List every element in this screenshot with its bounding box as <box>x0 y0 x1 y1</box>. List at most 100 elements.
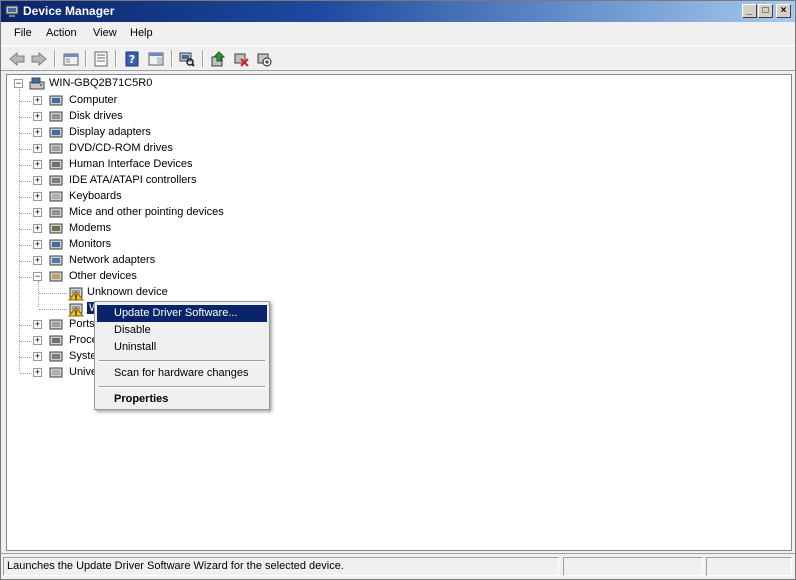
network-adapters-icon <box>49 255 63 266</box>
menu-update-driver[interactable]: Update Driver Software... <box>97 305 267 322</box>
up-folder-icon <box>63 53 79 65</box>
tree-category-display-adapters[interactable]: + Display adapters <box>7 125 307 141</box>
tree-category-keyboards[interactable]: + Keyboards <box>7 189 307 205</box>
expand-toggle[interactable]: − <box>33 272 42 281</box>
tree-branch-line <box>20 229 34 230</box>
expand-toggle[interactable]: + <box>33 208 42 217</box>
menu-file[interactable]: File <box>14 27 32 39</box>
warning-device-icon: ! <box>68 287 84 302</box>
svg-text:?: ? <box>129 53 135 66</box>
root-collapse-toggle[interactable]: − <box>14 79 23 88</box>
expand-toggle[interactable]: + <box>33 240 42 249</box>
toolbar-separator <box>202 50 204 67</box>
help-button[interactable]: ? <box>122 49 142 68</box>
tree-branch-line <box>39 293 67 294</box>
properties-icon <box>94 51 108 66</box>
expand-toggle[interactable]: + <box>33 320 42 329</box>
context-menu: Update Driver Software... Disable Uninst… <box>94 301 270 410</box>
menu-properties[interactable]: Properties <box>97 391 267 408</box>
forward-button[interactable] <box>29 49 49 68</box>
tree-category-label: Disk drives <box>69 110 123 122</box>
expand-toggle[interactable]: + <box>33 336 42 345</box>
tree-category-label: Keyboards <box>69 190 122 202</box>
svg-text:!: ! <box>74 294 77 302</box>
disable-icon <box>257 53 272 66</box>
tree-category-label: Human Interface Devices <box>69 158 193 170</box>
menu-help[interactable]: Help <box>130 27 153 39</box>
expand-toggle[interactable]: + <box>33 352 42 361</box>
toolbar: ? <box>1 45 795 71</box>
tree-category-computer[interactable]: + Computer <box>7 93 307 109</box>
expand-toggle[interactable]: + <box>33 224 42 233</box>
tree-branch-line <box>20 325 34 326</box>
action-pane-button[interactable] <box>146 49 166 68</box>
title-bar[interactable]: Device Manager _ □ × <box>1 1 795 22</box>
tree-category-modems[interactable]: + Modems <box>7 221 307 237</box>
tree-category-monitors[interactable]: + Monitors <box>7 237 307 253</box>
menu-scan-hardware[interactable]: Scan for hardware changes <box>97 365 267 382</box>
tree-category-human-interface-devices[interactable]: + Human Interface Devices <box>7 157 307 173</box>
unive-icon <box>49 367 63 378</box>
modems-icon <box>49 223 63 234</box>
uninstall-icon <box>234 53 249 67</box>
scan-hardware-button[interactable] <box>177 49 197 68</box>
expand-toggle[interactable]: + <box>33 96 42 105</box>
tree-category-label: IDE ATA/ATAPI controllers <box>69 174 197 186</box>
menu-view[interactable]: View <box>93 27 117 39</box>
window-title: Device Manager <box>23 4 115 18</box>
ide-ata-atapi-controllers-icon <box>49 175 63 186</box>
disk-drives-icon <box>49 111 63 122</box>
properties-button[interactable] <box>91 49 111 68</box>
status-cell <box>563 557 703 576</box>
status-cell <box>706 557 792 576</box>
disable-button[interactable] <box>254 49 274 68</box>
action-pane-icon <box>148 52 164 65</box>
toolbar-separator <box>115 50 117 67</box>
tree-device-label: Unknown device <box>87 286 168 298</box>
tree-category-network-adapters[interactable]: + Network adapters <box>7 253 307 269</box>
tree-category-dvd-cd-rom-drives[interactable]: + DVD/CD-ROM drives <box>7 141 307 157</box>
minimize-button[interactable]: _ <box>742 4 757 18</box>
menu-disable[interactable]: Disable <box>97 322 267 339</box>
svg-text:!: ! <box>74 310 77 318</box>
tree-category-label: Network adapters <box>69 254 156 266</box>
expand-toggle[interactable]: + <box>33 192 42 201</box>
help-icon: ? <box>125 51 139 66</box>
toolbar-separator <box>85 50 87 67</box>
tree-category-label: Unive <box>69 366 98 378</box>
back-button[interactable] <box>7 49 27 68</box>
expand-toggle[interactable]: + <box>33 176 42 185</box>
computer-icon <box>49 95 63 106</box>
status-text: Launches the Update Driver Software Wiza… <box>3 557 559 576</box>
close-button[interactable]: × <box>776 4 791 18</box>
maximize-button[interactable]: □ <box>758 4 773 18</box>
expand-toggle[interactable]: + <box>33 112 42 121</box>
expand-toggle[interactable]: + <box>33 144 42 153</box>
forward-icon <box>31 51 47 66</box>
back-icon <box>9 51 25 66</box>
tree-category-disk-drives[interactable]: + Disk drives <box>7 109 307 125</box>
other-devices-icon <box>49 271 63 282</box>
device-manager-window: Device Manager _ □ × File Action View He… <box>0 0 796 580</box>
tree-category-ide-ata-atapi-controllers[interactable]: + IDE ATA/ATAPI controllers <box>7 173 307 189</box>
expand-toggle[interactable]: + <box>33 160 42 169</box>
tree-category-label: Mice and other pointing devices <box>69 206 224 218</box>
expand-toggle[interactable]: + <box>33 128 42 137</box>
expand-toggle[interactable]: + <box>33 256 42 265</box>
ports-icon <box>49 319 63 330</box>
human-interface-devices-icon <box>49 159 63 170</box>
expand-toggle[interactable]: + <box>33 368 42 377</box>
up-folder-button[interactable] <box>61 49 81 68</box>
tree-branch-line <box>20 245 34 246</box>
tree-device-unknown[interactable]: ! Unknown device <box>7 285 307 301</box>
tree-category-other-devices[interactable]: − Other devices <box>7 269 307 285</box>
menu-uninstall[interactable]: Uninstall <box>97 339 267 356</box>
update-driver-button[interactable] <box>208 49 228 68</box>
menu-action[interactable]: Action <box>46 27 77 39</box>
tree-category-label: Syste <box>69 350 97 362</box>
tree-root-label[interactable]: WIN-GBQ2B71C5R0 <box>49 77 152 89</box>
device-manager-icon <box>5 5 19 17</box>
tree-category-mice-and-other-pointing-devices[interactable]: + Mice and other pointing devices <box>7 205 307 221</box>
tree-branch-line <box>20 213 34 214</box>
uninstall-button[interactable] <box>231 49 251 68</box>
